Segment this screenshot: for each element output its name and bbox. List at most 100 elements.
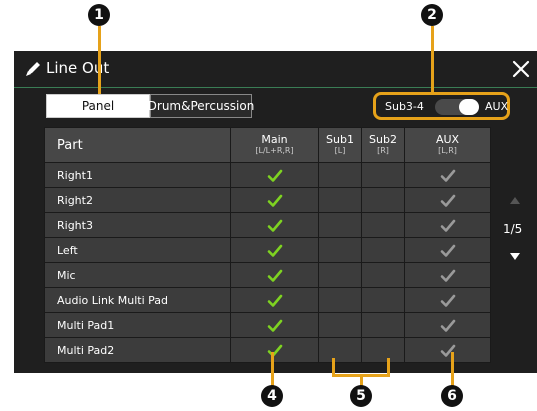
callout-4: 4 (261, 385, 283, 407)
line-out-table: Part Main [L/L+R,R] Sub1 [L] Sub2 [R] AU… (44, 127, 491, 363)
sub1-channel: [L] (334, 146, 346, 155)
callout-6-leader (451, 352, 454, 386)
aux-check-icon (440, 269, 455, 282)
aux-channel: [L,R] (438, 146, 457, 155)
callout-5: 5 (350, 385, 372, 407)
part-name: Audio Link Multi Pad (44, 287, 231, 313)
callout-2-leader (431, 26, 434, 92)
column-header-sub1: Sub1 [L] (318, 127, 362, 163)
aux-check-icon (440, 319, 455, 332)
sub1-cell[interactable] (318, 212, 362, 238)
callout-6: 6 (441, 385, 463, 407)
tab-drum-percussion[interactable]: Drum&Percussion (148, 94, 254, 118)
aux-cell[interactable] (404, 287, 491, 313)
main-channel: [L/L+R,R] (255, 146, 294, 155)
sub2-cell[interactable] (361, 162, 405, 188)
main-cell[interactable] (230, 312, 319, 338)
table-row: Mic (44, 262, 491, 288)
column-header-aux: AUX [L,R] (404, 127, 491, 163)
main-cell[interactable] (230, 262, 319, 288)
aux-check-icon (440, 294, 455, 307)
aux-check-icon (440, 219, 455, 232)
column-header-sub2: Sub2 [R] (361, 127, 405, 163)
pen-icon (26, 62, 40, 76)
callout-1: 1 (88, 4, 110, 26)
toggle-left-label: Sub3-4 (385, 100, 424, 113)
toggle-right-label: AUX (485, 100, 509, 113)
table-row: Audio Link Multi Pad (44, 287, 491, 313)
sub2-cell[interactable] (361, 262, 405, 288)
main-cell[interactable] (230, 237, 319, 263)
part-name: Right2 (44, 187, 231, 213)
tab-panel[interactable]: Panel (46, 94, 150, 118)
main-check-icon (267, 244, 282, 257)
scroll-down-arrow-icon[interactable] (510, 253, 520, 260)
main-cell[interactable] (230, 187, 319, 213)
aux-cell[interactable] (404, 237, 491, 263)
part-name: Mic (44, 262, 231, 288)
aux-cell[interactable] (404, 312, 491, 338)
aux-check-icon (440, 194, 455, 207)
sub1-cell[interactable] (318, 162, 362, 188)
scroll-up-arrow-icon[interactable] (510, 197, 520, 204)
sub1-cell[interactable] (318, 312, 362, 338)
main-check-icon (267, 269, 282, 282)
part-name: Multi Pad2 (44, 337, 231, 363)
aux-cell[interactable] (404, 187, 491, 213)
main-check-icon (267, 344, 282, 357)
part-name: Right3 (44, 212, 231, 238)
table-row: Left (44, 237, 491, 263)
toggle-knob (459, 99, 479, 115)
page-indicator: 1/5 (503, 222, 523, 236)
table-row: Right1 (44, 162, 491, 188)
aux-label: AUX (435, 133, 460, 146)
sub2-cell[interactable] (361, 212, 405, 238)
aux-cell[interactable] (404, 337, 491, 363)
table-row: Right3 (44, 212, 491, 238)
part-name: Right1 (44, 162, 231, 188)
title-bar: Line Out (14, 51, 537, 88)
sub1-cell[interactable] (318, 287, 362, 313)
sub34-aux-toggle[interactable]: Sub3-4 AUX (373, 92, 510, 120)
main-cell[interactable] (230, 287, 319, 313)
main-cell[interactable] (230, 337, 319, 363)
callout-1-leader (98, 26, 101, 94)
sub2-label: Sub2 (369, 133, 397, 146)
aux-cell[interactable] (404, 212, 491, 238)
aux-cell[interactable] (404, 262, 491, 288)
main-cell[interactable] (230, 162, 319, 188)
main-cell[interactable] (230, 212, 319, 238)
column-header-part: Part (44, 127, 231, 163)
sub1-cell[interactable] (318, 337, 362, 363)
aux-cell[interactable] (404, 162, 491, 188)
part-name: Multi Pad1 (44, 312, 231, 338)
sub2-cell[interactable] (361, 187, 405, 213)
sub2-cell[interactable] (361, 237, 405, 263)
main-check-icon (267, 169, 282, 182)
sub1-cell[interactable] (318, 187, 362, 213)
main-label: Main (261, 133, 288, 146)
main-check-icon (267, 294, 282, 307)
table-row: Multi Pad2 (44, 337, 491, 363)
callout-4-leader (271, 352, 274, 386)
close-icon[interactable] (510, 58, 532, 80)
sub2-channel: [R] (377, 146, 389, 155)
sub2-cell[interactable] (361, 312, 405, 338)
aux-check-icon (440, 244, 455, 257)
main-check-icon (267, 319, 282, 332)
sub1-cell[interactable] (318, 262, 362, 288)
sub1-cell[interactable] (318, 237, 362, 263)
table-row: Right2 (44, 187, 491, 213)
sub2-cell[interactable] (361, 287, 405, 313)
aux-check-icon (440, 169, 455, 182)
table-row: Multi Pad1 (44, 312, 491, 338)
column-header-main: Main [L/L+R,R] (230, 127, 319, 163)
callout-2: 2 (421, 4, 443, 26)
table-header: Part Main [L/L+R,R] Sub1 [L] Sub2 [R] AU… (44, 127, 491, 163)
main-check-icon (267, 194, 282, 207)
part-name: Left (44, 237, 231, 263)
main-check-icon (267, 219, 282, 232)
sub2-cell[interactable] (361, 337, 405, 363)
line-out-screen: Line Out Panel Drum&Percussion Sub3-4 AU… (14, 51, 537, 373)
sub1-label: Sub1 (326, 133, 354, 146)
